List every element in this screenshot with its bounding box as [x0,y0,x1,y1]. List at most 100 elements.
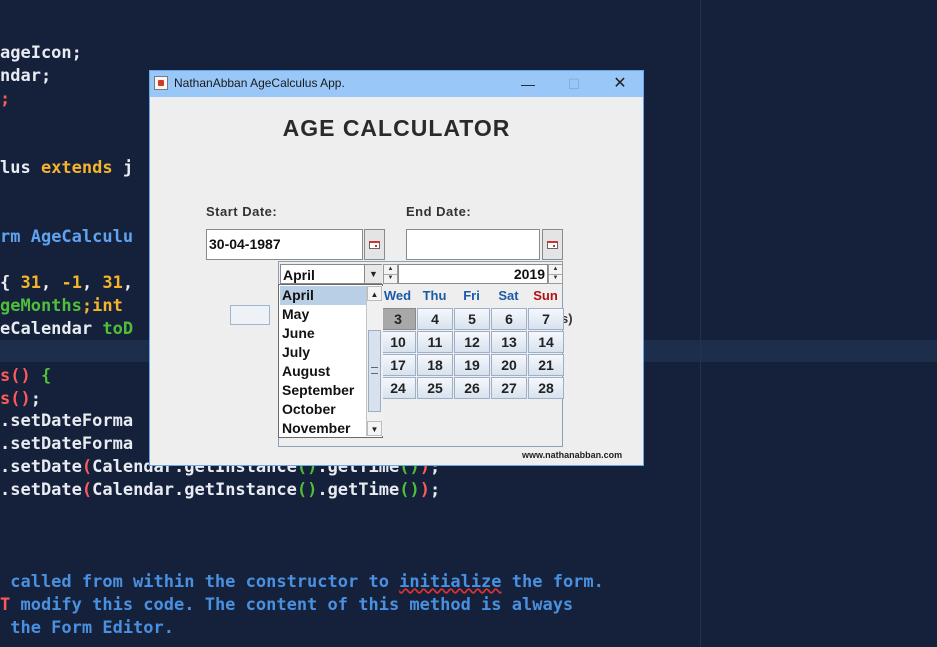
code-line: .setDateForma [0,433,133,455]
day-button[interactable]: 11 [417,331,453,353]
code-token: 31 [20,273,41,293]
day-header-sun: Sun [533,288,558,303]
code-token: () [296,480,318,500]
day-button[interactable]: 19 [454,354,490,376]
code-token: .setDateForma [0,411,134,431]
code-token: , [122,273,134,293]
code-token: the form. [501,572,604,592]
day-button[interactable]: 5 [454,308,490,330]
year-field[interactable]: 2019 [398,264,548,284]
month-option-april[interactable]: April [280,286,366,305]
code-token: Calendar.getInstance [92,480,297,500]
code-token: () [10,389,31,409]
code-line: .setDateForma [0,410,133,432]
code-token: , [40,273,62,293]
code-token: ) [419,480,430,500]
month-option-july[interactable]: July [280,343,366,362]
code-token: ; [429,480,441,500]
end-date-calendar-button[interactable] [542,229,563,260]
code-token: .setDate [0,480,82,500]
code-token: modify this code. The content of this me… [10,595,574,615]
month-combo-box[interactable]: April ▼ [280,264,382,284]
code-token: AgeCalculu [30,227,134,247]
code-line: s() { [0,365,51,387]
day-button[interactable]: 7 [528,308,564,330]
code-token: rm [0,227,31,247]
day-button[interactable]: 20 [491,354,527,376]
end-date-field[interactable] [406,229,540,260]
month-option-october[interactable]: October [280,400,366,419]
month-option-may[interactable]: May [280,305,366,324]
day-button[interactable]: 3 [380,308,416,330]
end-date-label: End Date: [406,204,472,219]
day-button[interactable]: 17 [380,354,416,376]
code-token: s [0,389,11,409]
footer-url: www.nathanabban.com [522,450,623,460]
spin-down-icon[interactable]: ▼ [384,274,397,283]
day-button[interactable]: 10 [380,331,416,353]
scrollbar-thumb[interactable] [368,330,381,412]
day-button[interactable]: 26 [454,377,490,399]
code-token: toD [102,319,134,339]
start-date-field[interactable]: 30-04-1987 [206,229,363,260]
code-line: s(); [0,388,41,410]
spin-down-icon[interactable]: ▼ [549,274,562,283]
year-spinner[interactable]: ▲ ▼ [548,264,563,284]
window-titlebar[interactable]: NathanAbban AgeCalculus App. — ☐ ✕ [150,71,643,97]
code-token: ( [81,457,93,477]
code-token: .getTime [317,480,400,500]
day-button[interactable]: 13 [491,331,527,353]
code-token: ;int [81,296,123,316]
minimize-button[interactable]: — [505,71,551,97]
day-button[interactable]: 4 [417,308,453,330]
code-line: rm AgeCalculu [0,226,133,248]
code-line: ageIcon; [0,42,82,64]
month-combo-value: April [283,267,315,283]
code-token: ( [81,480,93,500]
month-spinner[interactable]: ▲ ▼ [383,264,398,284]
day-header-fri: Fri [463,288,480,303]
code-line: { 31, -1, 31, [0,272,133,294]
start-date-calendar-button[interactable] [364,229,385,260]
day-button[interactable]: 28 [528,377,564,399]
code-token: { [0,273,21,293]
code-token: T [0,595,11,615]
month-option-september[interactable]: September [280,381,366,400]
code-token: { [40,366,52,386]
month-option-november[interactable]: November [280,419,366,438]
code-token: -1 [61,273,82,293]
scroll-up-icon[interactable]: ▲ [367,286,382,301]
window-title: NathanAbban AgeCalculus App. [174,76,345,90]
day-button[interactable]: 27 [491,377,527,399]
day-header-sat: Sat [498,288,519,303]
day-button[interactable]: 21 [528,354,564,376]
day-button[interactable]: 25 [417,377,453,399]
code-token: 31 [102,273,123,293]
day-button[interactable]: 24 [380,377,416,399]
grip-icon [371,367,378,374]
start-date-label: Start Date: [206,204,278,219]
code-token: geMonths [0,296,82,316]
code-token: called from within the constructor to [0,572,400,592]
month-list-scrollbar[interactable]: ▲ ▼ [366,286,383,436]
code-token: s [0,366,11,386]
code-line: called from within the constructor to in… [0,571,604,593]
code-token: lus [0,158,41,178]
code-line: eCalendar toD [0,318,133,340]
day-button[interactable]: 18 [417,354,453,376]
day-button[interactable]: 12 [454,331,490,353]
code-token: the Form Editor. [0,618,174,638]
maximize-button[interactable]: ☐ [551,71,597,97]
month-option-june[interactable]: June [280,324,366,343]
code-token: j [112,158,134,178]
day-button[interactable]: 6 [491,308,527,330]
day-button[interactable]: 14 [528,331,564,353]
result-field[interactable] [230,305,270,325]
scroll-down-icon[interactable]: ▼ [367,421,382,436]
code-line: lus extends j [0,157,133,179]
calendar-icon [369,241,380,249]
chevron-down-icon[interactable]: ▼ [364,265,382,283]
day-header-thu: Thu [422,288,447,303]
close-button[interactable]: ✕ [597,71,643,97]
month-option-august[interactable]: August [280,362,366,381]
